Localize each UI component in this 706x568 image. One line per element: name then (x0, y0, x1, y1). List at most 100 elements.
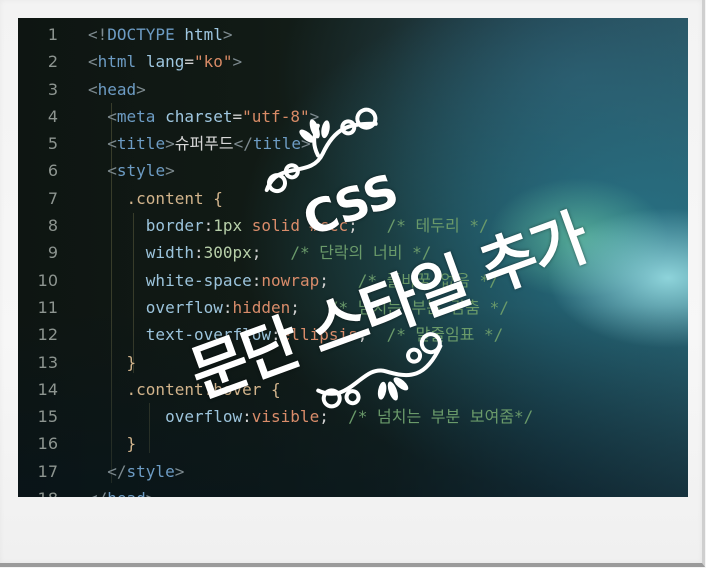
code-line: 16 } (18, 430, 533, 457)
code-token-sel: .content { (126, 188, 223, 208)
code-token-prop: width (145, 243, 194, 263)
code-text: <head> (88, 76, 146, 103)
code-token-plain: : (251, 270, 262, 290)
code-token-str: "ko" (193, 52, 233, 72)
code-token-plain: : (193, 243, 204, 263)
line-number: 10 (37, 270, 58, 290)
line-number: 9 (47, 243, 58, 263)
code-token-tag: html (97, 52, 137, 72)
code-token-punct: </ (107, 461, 127, 481)
line-number: 4 (47, 106, 58, 126)
line-number: 1 (47, 25, 58, 44)
photo-frame: 1 <!DOCTYPE html> 2 <html lang="ko"> 3 <head>… (0, 0, 705, 567)
code-line: 1 <!DOCTYPE html> (18, 21, 533, 48)
code-line: 3 <head> (18, 76, 533, 103)
code-token-val: visible (251, 407, 320, 427)
line-number: 11 (37, 297, 58, 317)
code-token-num: 1px (213, 216, 243, 236)
line-number: 3 (47, 79, 58, 99)
code-token-punct: > (232, 52, 243, 72)
code-token-prop: overflow (165, 407, 243, 427)
code-token-attr: charset (165, 106, 233, 126)
code-token-txt: 슈퍼푸드 (174, 134, 234, 154)
code-token-tag: head (107, 489, 146, 497)
code-token-tag: title (116, 134, 166, 154)
code-token-punct: > (165, 134, 175, 154)
code-token-punct: < (107, 134, 117, 154)
code-token-plain: = (184, 52, 194, 72)
code-token-punct: < (107, 106, 117, 126)
line-number: 15 (37, 407, 58, 427)
code-token-plain: = (232, 106, 243, 126)
line-number: 13 (37, 352, 58, 372)
code-token-punct: < (107, 161, 117, 181)
code-token-punct: > (222, 25, 233, 44)
code-token-sel: } (126, 434, 137, 454)
line-number: 5 (47, 134, 58, 154)
code-token-sel: } (126, 352, 137, 372)
code-token-punct: > (165, 161, 175, 181)
code-line: 2 <html lang="ko"> (18, 48, 533, 75)
code-text: } (88, 349, 137, 376)
line-number: 12 (37, 325, 58, 345)
code-text: <html lang="ko"> (88, 48, 242, 75)
code-token-punct: <! (88, 25, 108, 44)
code-text: } (88, 430, 137, 457)
code-token-attr: html (184, 25, 223, 44)
line-number: 18 (18, 485, 88, 497)
code-line: 15 overflow:visible; /* 넘치는 부분 보여줌*/ (18, 403, 534, 430)
code-token-tag: DOCTYPE (107, 25, 175, 44)
code-token-punct: </ (88, 489, 107, 497)
code-token-tag: head (97, 79, 137, 99)
code-token-plain: ; (251, 243, 291, 263)
code-text: overflow:visible; /* 넘치는 부분 보여줌*/ (88, 403, 533, 430)
code-token-punct: > (136, 79, 146, 99)
line-number: 17 (37, 461, 58, 481)
code-text: .content { (88, 185, 223, 212)
code-line: 4 <meta charset="utf-8"> (18, 103, 533, 130)
code-text: </style> (88, 458, 184, 485)
code-token-prop: border (145, 216, 204, 236)
line-number: 8 (47, 216, 58, 236)
line-number: 6 (47, 161, 58, 181)
line-number: 16 (37, 434, 58, 454)
code-text: <!DOCTYPE html> (88, 21, 233, 48)
code-token-plain: : (242, 407, 252, 427)
code-token-plain: : (203, 216, 214, 236)
line-number: 2 (47, 52, 58, 72)
code-line: 17 </style> (18, 458, 533, 485)
code-token-num: 300px (203, 243, 252, 263)
code-token-tag: style (116, 161, 166, 181)
code-token-punct: < (88, 79, 98, 99)
code-text: <style> (88, 157, 175, 184)
code-text: </head> (88, 485, 155, 497)
code-token-punct: > (174, 461, 185, 481)
code-token-attr: lang (145, 52, 185, 72)
code-text: border:1px solid #ccc; /* 테두리 */ (88, 212, 489, 239)
code-token-tag: style (126, 461, 175, 481)
line-number: 7 (47, 188, 58, 208)
code-token-punct: > (146, 489, 156, 497)
code-token-prop: overflow (145, 297, 223, 317)
line-number: 14 (37, 379, 58, 399)
code-token-prop: white-space (145, 270, 252, 290)
code-line: 18</head> (18, 485, 533, 497)
